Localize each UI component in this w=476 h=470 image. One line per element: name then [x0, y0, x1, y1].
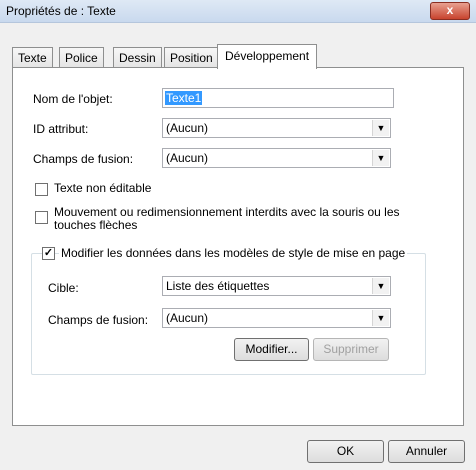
- dropdown-arrow-icon[interactable]: ▼: [372, 278, 389, 294]
- modify-templates-label: Modifier les données dans les modèles de…: [59, 246, 408, 260]
- no-move-label-line1: Mouvement ou redimensionnement interdits…: [54, 205, 400, 219]
- dropdown-arrow-icon[interactable]: ▼: [372, 150, 389, 166]
- id-attribute-select[interactable]: (Aucun) ▼: [162, 118, 391, 138]
- object-name-value: Texte1: [165, 91, 203, 105]
- modify-button[interactable]: Modifier...: [234, 338, 309, 361]
- window-title: Propriétés de : Texte: [6, 4, 116, 18]
- merge-field-label: Champs de fusion:: [33, 152, 134, 166]
- tab-police[interactable]: Police: [59, 47, 104, 68]
- object-name-field[interactable]: Texte1: [162, 88, 394, 108]
- target-label: Cible:: [48, 281, 79, 295]
- no-move-label-line2: touches flèches: [54, 218, 138, 232]
- tab-dessin[interactable]: Dessin: [113, 47, 162, 68]
- merge-field-select[interactable]: (Aucun) ▼: [162, 148, 391, 168]
- object-name-label: Nom de l'objet:: [33, 92, 113, 106]
- close-button[interactable]: x: [430, 2, 470, 20]
- no-move-checkbox[interactable]: [35, 211, 48, 224]
- id-attribute-label: ID attribut:: [33, 122, 89, 136]
- merge-field-value: (Aucun): [166, 151, 209, 165]
- non-editable-checkbox[interactable]: [35, 183, 48, 196]
- group-merge-field-value: (Aucun): [166, 311, 209, 325]
- group-merge-field-label: Champs de fusion:: [48, 313, 149, 327]
- dropdown-arrow-icon[interactable]: ▼: [372, 310, 389, 326]
- tab-texte[interactable]: Texte: [12, 47, 53, 68]
- delete-button[interactable]: Supprimer: [313, 338, 389, 361]
- id-attribute-value: (Aucun): [166, 121, 209, 135]
- ok-button[interactable]: OK: [307, 440, 384, 463]
- title-bar: Propriétés de : Texte x: [0, 0, 476, 23]
- cancel-button[interactable]: Annuler: [388, 440, 465, 463]
- group-merge-field-select[interactable]: (Aucun) ▼: [162, 308, 391, 328]
- tab-position[interactable]: Position: [164, 47, 219, 68]
- tab-developpement[interactable]: Développement: [217, 44, 318, 69]
- modify-templates-checkbox[interactable]: ✓: [42, 247, 55, 260]
- target-value: Liste des étiquettes: [166, 279, 270, 293]
- non-editable-label: Texte non éditable: [54, 181, 152, 195]
- dropdown-arrow-icon[interactable]: ▼: [372, 120, 389, 136]
- target-select[interactable]: Liste des étiquettes ▼: [162, 276, 391, 296]
